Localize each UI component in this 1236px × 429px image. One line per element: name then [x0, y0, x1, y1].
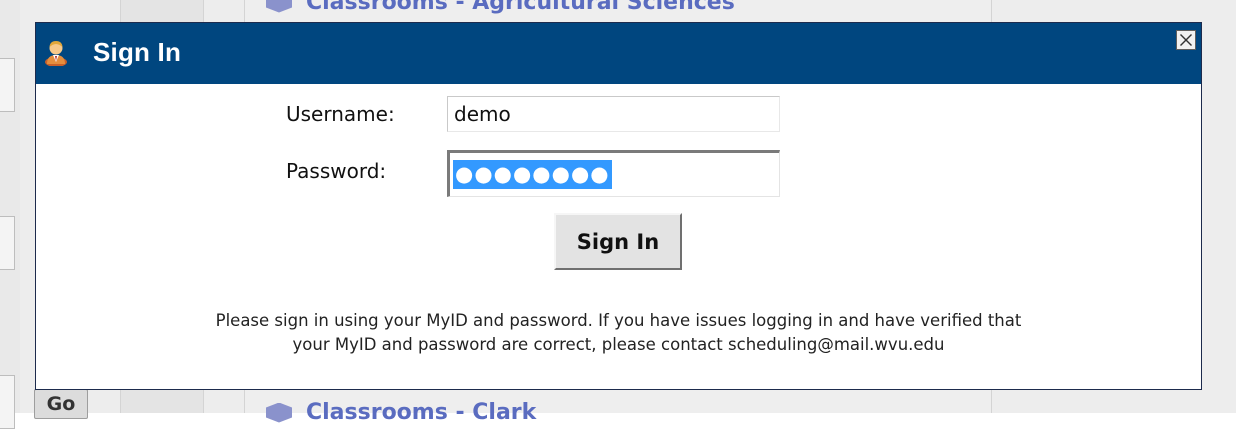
background-input-stub	[0, 58, 15, 112]
password-input[interactable]: ●●●●●●●●	[447, 150, 780, 197]
go-button[interactable]: Go	[34, 389, 88, 419]
username-label: Username:	[286, 102, 395, 126]
signin-notice-line: Please sign in using your MyID and passw…	[215, 311, 1022, 330]
signin-button[interactable]: Sign In	[554, 213, 682, 270]
password-selected-text: ●●●●●●●●	[453, 160, 612, 189]
dialog-body: Username: Password: ●●●●●●●● Sign In Ple…	[36, 84, 1201, 389]
close-icon	[1180, 34, 1192, 46]
background-heading-top: Classrooms - Agricultural Sciences	[266, 0, 735, 15]
password-label: Password:	[286, 159, 387, 183]
user-icon	[44, 40, 68, 67]
username-input[interactable]	[447, 96, 780, 132]
background-heading-top-text: Classrooms - Agricultural Sciences	[306, 0, 735, 15]
background-input-stub	[0, 375, 15, 429]
dialog-titlebar: Sign In	[36, 23, 1201, 84]
signin-dialog: Sign In Username: Password: ●●●●●●●● Sig…	[35, 22, 1202, 390]
background-input-stub	[0, 216, 15, 270]
close-button[interactable]	[1176, 30, 1196, 50]
cube-icon	[266, 0, 292, 13]
signin-notice: Please sign in using your MyID and passw…	[36, 309, 1201, 357]
dialog-title: Sign In	[93, 37, 182, 67]
signin-notice-line: your MyID and password are correct, plea…	[292, 335, 945, 354]
